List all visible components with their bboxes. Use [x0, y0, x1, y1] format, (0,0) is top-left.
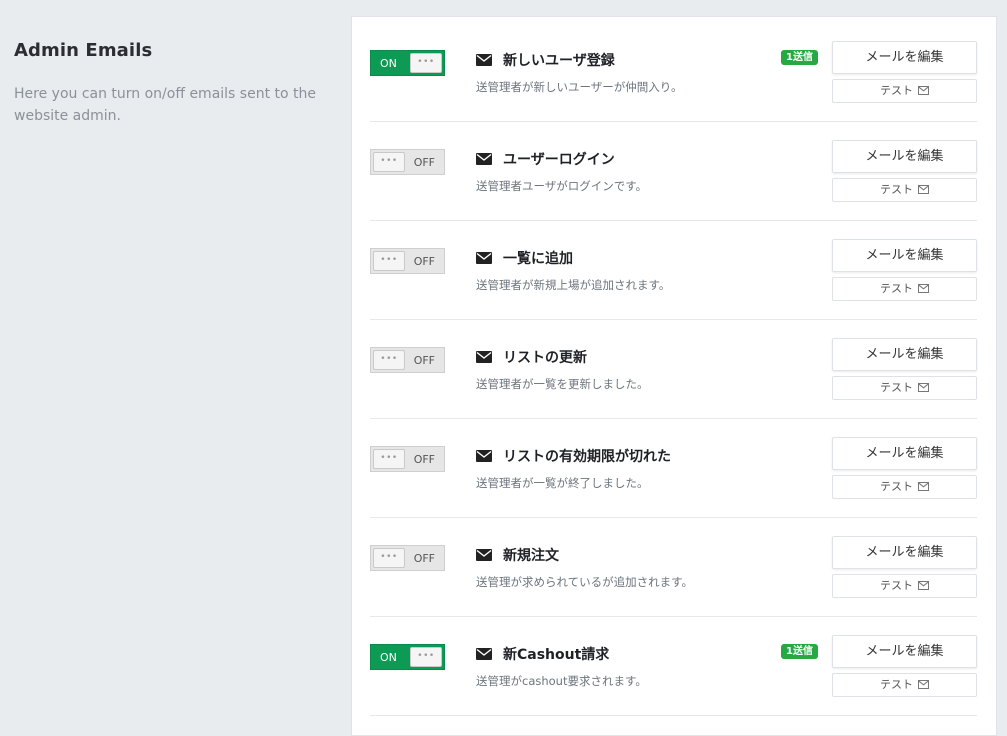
- toggle-knob[interactable]: •••: [373, 548, 405, 568]
- email-description: 送管理がcashout要求されます。: [476, 674, 647, 688]
- email-description: 送管理が求められているが追加されます。: [476, 575, 694, 589]
- envelope-outline-icon: [918, 383, 929, 392]
- email-toggle[interactable]: ••• OFF: [370, 446, 445, 472]
- envelope-outline-icon: [918, 581, 929, 590]
- email-description: 送管理者が一覧を更新しました。: [476, 377, 649, 391]
- edit-email-button[interactable]: メールを編集: [832, 41, 977, 74]
- envelope-outline-icon: [918, 284, 929, 293]
- envelope-outline-icon: [918, 185, 929, 194]
- toggle-knob[interactable]: •••: [373, 350, 405, 370]
- envelope-outline-icon: [918, 86, 929, 95]
- email-row: ••• OFF 新規注文 送管理が求められているが追加されます。 メールを編集 …: [370, 517, 977, 617]
- envelope-icon: [476, 549, 492, 561]
- email-row: ON ••• 新Cashout請求 1送信 送管理がcashout要求されます。…: [370, 616, 977, 716]
- email-description: 送管理者が新規上場が追加されます。: [476, 278, 671, 292]
- admin-emails-card: ON ••• 新しいユーザ登録 1送信 送管理者が新しいユーザーが仲間入り。 メ…: [351, 16, 997, 736]
- email-toggle[interactable]: ON •••: [370, 50, 445, 76]
- email-row: ••• OFF リストの有効期限が切れた 送管理者が一覧が終了しました。 メール…: [370, 418, 977, 518]
- email-title: 新規注文: [503, 548, 559, 564]
- email-title: リストの有効期限が切れた: [503, 449, 671, 465]
- test-email-button[interactable]: テスト: [832, 79, 977, 103]
- email-toggle[interactable]: ••• OFF: [370, 248, 445, 274]
- email-title: 新Cashout請求: [503, 647, 610, 663]
- edit-email-button[interactable]: メールを編集: [832, 140, 977, 173]
- edit-email-button[interactable]: メールを編集: [832, 239, 977, 272]
- email-row: ••• OFF 一覧に追加 送管理者が新規上場が追加されます。 メールを編集 テ…: [370, 220, 977, 320]
- test-email-button[interactable]: テスト: [832, 277, 977, 301]
- toggle-state-label: OFF: [413, 453, 435, 466]
- envelope-outline-icon: [918, 680, 929, 689]
- edit-email-button[interactable]: メールを編集: [832, 536, 977, 569]
- sent-count-badge: 1送信: [781, 50, 818, 65]
- test-button-label: テスト: [880, 282, 913, 295]
- envelope-outline-icon: [918, 482, 929, 491]
- test-button-label: テスト: [880, 183, 913, 196]
- email-description: 送管理者が新しいユーザーが仲間入り。: [476, 80, 683, 94]
- test-button-label: テスト: [880, 84, 913, 97]
- test-button-label: テスト: [880, 579, 913, 592]
- toggle-state-label: ON: [380, 57, 397, 70]
- email-title: ユーザーログイン: [503, 152, 615, 168]
- toggle-knob[interactable]: •••: [373, 251, 405, 271]
- email-row: ••• OFF リストの更新 送管理者が一覧を更新しました。 メールを編集 テス…: [370, 319, 977, 419]
- toggle-knob[interactable]: •••: [410, 53, 442, 73]
- envelope-icon: [476, 648, 492, 660]
- test-email-button[interactable]: テスト: [832, 574, 977, 598]
- envelope-icon: [476, 450, 492, 462]
- email-title: リストの更新: [503, 350, 587, 366]
- envelope-icon: [476, 54, 492, 66]
- test-button-label: テスト: [880, 381, 913, 394]
- toggle-knob[interactable]: •••: [373, 449, 405, 469]
- test-email-button[interactable]: テスト: [832, 673, 977, 697]
- toggle-knob[interactable]: •••: [410, 647, 442, 667]
- email-description: 送管理者が一覧が終了しました。: [476, 476, 649, 490]
- toggle-state-label: OFF: [413, 552, 435, 565]
- test-email-button[interactable]: テスト: [832, 376, 977, 400]
- email-title: 新しいユーザ登録: [503, 53, 615, 69]
- sent-count-badge: 1送信: [781, 644, 818, 659]
- edit-email-button[interactable]: メールを編集: [832, 635, 977, 668]
- email-toggle[interactable]: ••• OFF: [370, 149, 445, 175]
- toggle-state-label: OFF: [413, 354, 435, 367]
- section-intro: Admin Emails Here you can turn on/off em…: [14, 40, 324, 127]
- test-button-label: テスト: [880, 480, 913, 493]
- toggle-knob[interactable]: •••: [373, 152, 405, 172]
- email-row: ON ••• 新しいユーザ登録 1送信 送管理者が新しいユーザーが仲間入り。 メ…: [370, 22, 977, 122]
- test-button-label: テスト: [880, 678, 913, 691]
- email-toggle[interactable]: ••• OFF: [370, 545, 445, 571]
- toggle-state-label: ON: [380, 651, 397, 664]
- email-row: ••• OFF ユーザーログイン 送管理者ユーザがログインです。 メールを編集 …: [370, 121, 977, 221]
- edit-email-button[interactable]: メールを編集: [832, 338, 977, 371]
- email-toggle[interactable]: ON •••: [370, 644, 445, 670]
- envelope-icon: [476, 252, 492, 264]
- section-description: Here you can turn on/off emails sent to …: [14, 86, 316, 124]
- envelope-icon: [476, 153, 492, 165]
- test-email-button[interactable]: テスト: [832, 475, 977, 499]
- section-title: Admin Emails: [14, 40, 153, 61]
- toggle-state-label: OFF: [413, 156, 435, 169]
- edit-email-button[interactable]: メールを編集: [832, 437, 977, 470]
- test-email-button[interactable]: テスト: [832, 178, 977, 202]
- email-toggle[interactable]: ••• OFF: [370, 347, 445, 373]
- email-description: 送管理者ユーザがログインです。: [476, 179, 648, 193]
- envelope-icon: [476, 351, 492, 363]
- toggle-state-label: OFF: [413, 255, 435, 268]
- email-title: 一覧に追加: [503, 251, 573, 267]
